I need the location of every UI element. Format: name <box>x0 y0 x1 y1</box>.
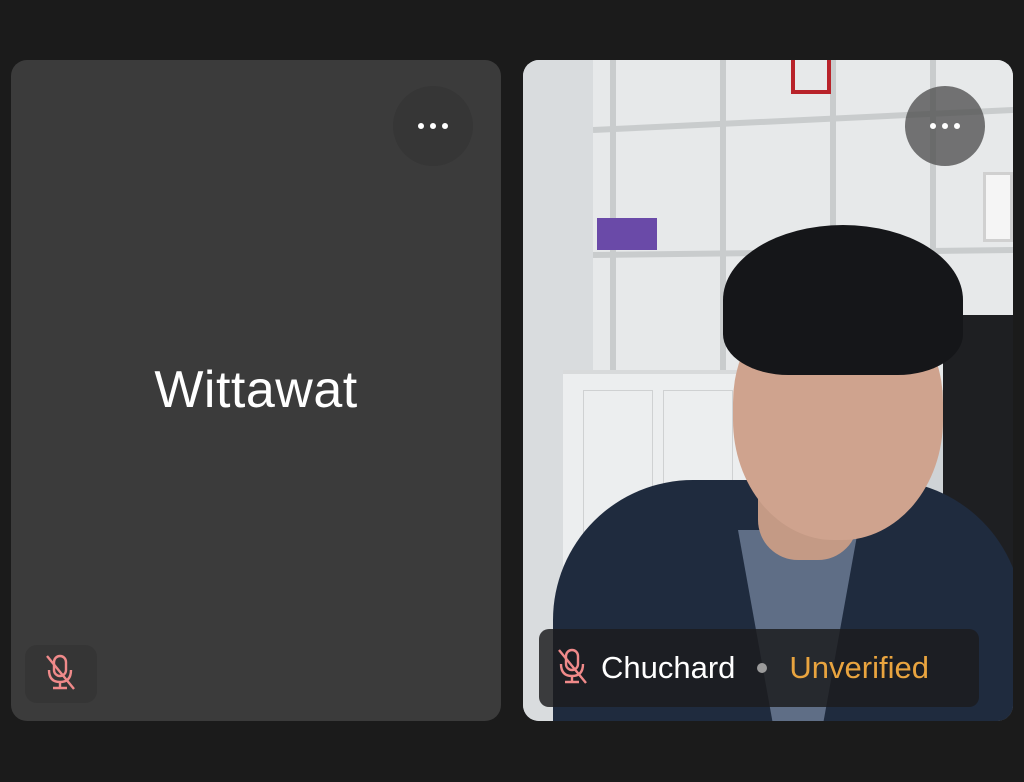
video-frame <box>791 60 831 94</box>
video-picture-frame <box>983 172 1013 242</box>
participant-tile-chuchard[interactable]: Chuchard Unverified <box>523 60 1013 721</box>
more-dot <box>430 123 436 129</box>
more-dot <box>954 123 960 129</box>
verification-status: Unverified <box>789 650 929 685</box>
more-dot <box>442 123 448 129</box>
more-options-button[interactable] <box>905 86 985 166</box>
participant-tile-wittawat[interactable]: Wittawat <box>11 60 501 721</box>
mute-status-chip <box>25 645 97 703</box>
more-dot <box>942 123 948 129</box>
microphone-off-icon <box>43 652 79 697</box>
participant-info-bar: Chuchard Unverified <box>539 629 979 707</box>
microphone-off-icon <box>555 646 591 691</box>
video-hair <box>723 225 963 375</box>
more-horizontal-icon <box>418 123 424 129</box>
video-box <box>597 218 657 250</box>
more-horizontal-icon <box>930 123 936 129</box>
participant-name: Wittawat <box>154 361 358 419</box>
separator-dot <box>757 663 768 673</box>
more-options-button[interactable] <box>393 86 473 166</box>
participant-name: Chuchard <box>601 650 736 685</box>
